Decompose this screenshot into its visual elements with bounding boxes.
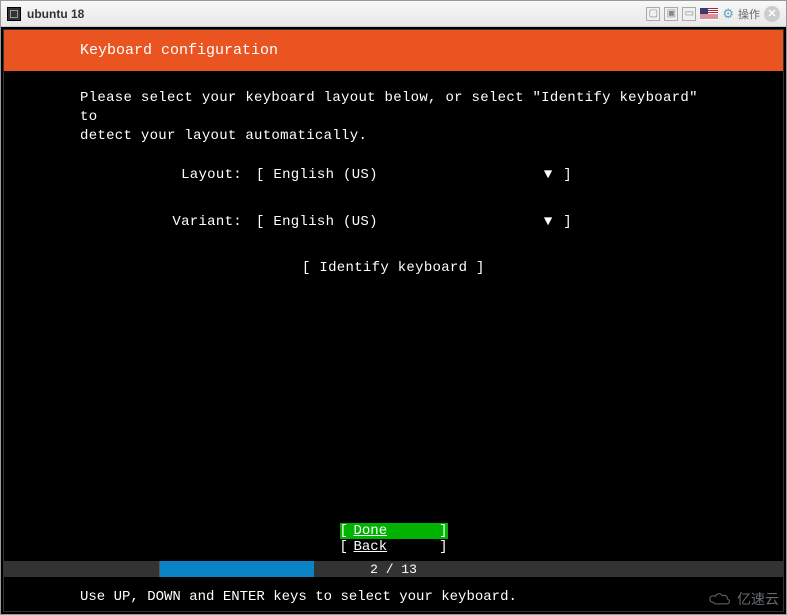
watermark: 亿速云: [707, 589, 779, 609]
layout-label: Layout:: [80, 166, 256, 185]
app-icon: [7, 7, 21, 21]
back-button[interactable]: [ Back ]: [340, 539, 448, 555]
footer-buttons: [ Done ] [ Back ]: [4, 523, 783, 561]
variant-dropdown[interactable]: English (US) ▼: [256, 213, 572, 232]
progress-bar: 2 / 13: [4, 561, 783, 577]
back-label: Back: [354, 539, 388, 555]
hint-text: Use UP, DOWN and ENTER keys to select yo…: [4, 577, 783, 611]
titlebar: ubuntu 18 ▢ ▣ ▭ ⚙ 操作 ✕: [1, 1, 786, 27]
progress-text: 2 / 13: [370, 562, 417, 577]
cloud-icon: [707, 590, 733, 608]
vm-screen-icon[interactable]: ▢: [646, 7, 660, 21]
done-label: Done: [354, 523, 388, 539]
variant-row: Variant: English (US) ▼: [80, 213, 707, 232]
window-title: ubuntu 18: [27, 7, 84, 21]
installer-screen: Keyboard configuration Please select you…: [3, 29, 784, 612]
identify-row: Identify keyboard: [80, 259, 707, 278]
layout-row: Layout: English (US) ▼: [80, 166, 707, 185]
header-text: Keyboard configuration: [80, 42, 278, 59]
action-menu[interactable]: 操作: [738, 6, 760, 22]
watermark-text: 亿速云: [737, 589, 779, 609]
variant-label: Variant:: [80, 213, 256, 232]
variant-value: English (US): [256, 213, 378, 232]
layout-dropdown[interactable]: English (US) ▼: [256, 166, 572, 185]
vm-window: ubuntu 18 ▢ ▣ ▭ ⚙ 操作 ✕ Keyboard configur…: [0, 0, 787, 615]
vm-fullscreen-icon[interactable]: ▭: [682, 7, 696, 21]
instruction-text: Please select your keyboard layout below…: [80, 89, 707, 146]
chevron-down-icon: ▼: [544, 214, 553, 230]
us-flag-icon[interactable]: [700, 8, 718, 20]
content-area: Please select your keyboard layout below…: [4, 71, 783, 523]
identify-keyboard-button[interactable]: Identify keyboard: [302, 260, 485, 276]
vm-snapshot-icon[interactable]: ▣: [664, 7, 678, 21]
done-button[interactable]: [ Done ]: [340, 523, 448, 539]
progress-fill: [159, 561, 314, 577]
close-icon[interactable]: ✕: [764, 6, 780, 22]
vm-display: Keyboard configuration Please select you…: [1, 27, 786, 614]
gear-icon[interactable]: ⚙: [722, 6, 734, 22]
chevron-down-icon: ▼: [544, 167, 553, 183]
layout-value: English (US): [256, 166, 378, 185]
page-title: Keyboard configuration: [4, 30, 783, 71]
titlebar-controls: ▢ ▣ ▭ ⚙ 操作 ✕: [646, 6, 780, 22]
